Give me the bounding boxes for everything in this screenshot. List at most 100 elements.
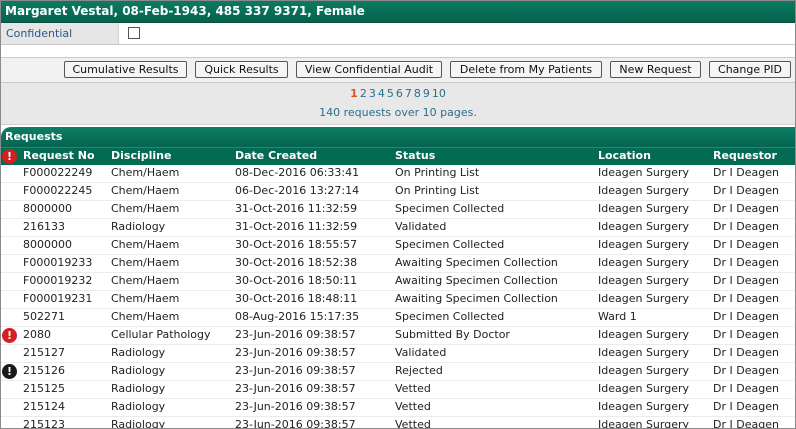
cell-requestor: Dr I Deagen — [713, 292, 779, 305]
cell-requestor: Dr I Deagen — [713, 274, 779, 287]
change-pid-button[interactable]: Change PID — [709, 61, 791, 78]
page-link-2[interactable]: 2 — [360, 87, 367, 100]
table-header: ! Request No Discipline Date Created Sta… — [1, 147, 795, 165]
cell-location: Ideagen Surgery — [598, 238, 690, 251]
cell-request-no[interactable]: 215125 — [23, 382, 65, 395]
cell-request-no[interactable]: 8000000 — [23, 202, 72, 215]
quick-results-button[interactable]: Quick Results — [195, 61, 288, 78]
cumulative-results-button[interactable]: Cumulative Results — [64, 61, 187, 78]
cell-requestor: Dr I Deagen — [713, 202, 779, 215]
col-request-no[interactable]: Request No — [23, 149, 95, 162]
table-row[interactable]: 215127 Radiology 23-Jun-2016 09:38:57 Valid… — [1, 345, 795, 363]
cell-discipline: Chem/Haem — [111, 256, 180, 269]
page-link-7[interactable]: 7 — [405, 87, 412, 100]
cell-request-no[interactable]: F000019232 — [23, 274, 92, 287]
cell-request-no[interactable]: F000022245 — [23, 184, 92, 197]
cell-request-no[interactable]: F000019231 — [23, 292, 92, 305]
table-row[interactable]: 8000000 Chem/Haem 31-Oct-2016 11:32:59 Spec… — [1, 201, 795, 219]
cell-requestor: Dr I Deagen — [713, 184, 779, 197]
page-link-8[interactable]: 8 — [414, 87, 421, 100]
cell-status: Vetted — [395, 418, 431, 429]
cell-request-no[interactable]: 215127 — [23, 346, 65, 359]
cell-location: Ideagen Surgery — [598, 256, 690, 269]
cell-status: Validated — [395, 220, 447, 233]
cell-discipline: Chem/Haem — [111, 292, 180, 305]
cell-request-no[interactable]: 216133 — [23, 220, 65, 233]
col-requestor[interactable]: Requestor — [713, 149, 777, 162]
cell-status: Validated — [395, 346, 447, 359]
page-link-10[interactable]: 10 — [432, 87, 446, 100]
cell-status: Awaiting Specimen Collection — [395, 292, 558, 305]
table-row[interactable]: F000019231 Chem/Haem 30-Oct-2016 18:48:11 A… — [1, 291, 795, 309]
cell-status: On Printing List — [395, 184, 480, 197]
cell-request-no[interactable]: 8000000 — [23, 238, 72, 251]
col-location[interactable]: Location — [598, 149, 651, 162]
cell-discipline: Chem/Haem — [111, 166, 180, 179]
requests-header: Requests — [1, 127, 795, 147]
page-link-1[interactable]: 1 — [350, 87, 358, 100]
cell-date-created: 23-Jun-2016 09:38:57 — [235, 382, 356, 395]
table-row[interactable]: F000022245 Chem/Haem 06-Dec-2016 13:27:14 O… — [1, 183, 795, 201]
cell-date-created: 08-Aug-2016 15:17:35 — [235, 310, 360, 323]
cell-date-created: 06-Dec-2016 13:27:14 — [235, 184, 360, 197]
cell-request-no[interactable]: 2080 — [23, 328, 51, 341]
alert-red-icon: ! — [2, 149, 17, 164]
page-link-4[interactable]: 4 — [378, 87, 385, 100]
cell-status: Vetted — [395, 400, 431, 413]
cell-requestor: Dr I Deagen — [713, 238, 779, 251]
cell-requestor: Dr I Deagen — [713, 310, 779, 323]
cell-status: Awaiting Specimen Collection — [395, 256, 558, 269]
page-links: 1 2 3 4 5 6 7 8 9 10 — [1, 87, 795, 100]
table-row[interactable]: 215125 Radiology 23-Jun-2016 09:38:57 Vette… — [1, 381, 795, 399]
table-row[interactable]: 215124 Radiology 23-Jun-2016 09:38:57 Vette… — [1, 399, 795, 417]
cell-date-created: 23-Jun-2016 09:38:57 — [235, 346, 356, 359]
table-row[interactable]: F000019232 Chem/Haem 30-Oct-2016 18:50:11 A… — [1, 273, 795, 291]
page-link-5[interactable]: 5 — [387, 87, 394, 100]
cell-request-no[interactable]: 215123 — [23, 418, 65, 428]
cell-requestor: Dr I Deagen — [713, 382, 779, 395]
requests-table-body: F000022249 Chem/Haem 08-Dec-2016 06:33:41 O… — [1, 165, 795, 429]
cell-discipline: Radiology — [111, 382, 166, 395]
table-row[interactable]: 8000000 Chem/Haem 30-Oct-2016 18:55:57 Spec… — [1, 237, 795, 255]
delete-from-my-patients-button[interactable]: Delete from My Patients — [450, 61, 602, 78]
cell-status: Specimen Collected — [395, 310, 505, 323]
cell-discipline: Chem/Haem — [111, 184, 180, 197]
new-request-button[interactable]: New Request — [610, 61, 701, 78]
cell-request-no[interactable]: 502271 — [23, 310, 65, 323]
table-row[interactable]: 215123 Radiology 23-Jun-2016 09:38:57 Vette… — [1, 417, 795, 429]
table-row[interactable]: ! 2080 Cellular Pathology 23-Jun-2016 09:38… — [1, 327, 795, 345]
table-row[interactable]: ! 215126 Radiology 23-Jun-2016 09:38:57 Reje… — [1, 363, 795, 381]
col-discipline[interactable]: Discipline — [111, 149, 171, 162]
confidential-checkbox[interactable] — [128, 27, 140, 39]
table-row[interactable]: F000019233 Chem/Haem 30-Oct-2016 18:52:38 A… — [1, 255, 795, 273]
table-row[interactable]: F000022249 Chem/Haem 08-Dec-2016 06:33:41 O… — [1, 165, 795, 183]
table-row[interactable]: 502271 Chem/Haem 08-Aug-2016 15:17:35 Speci… — [1, 309, 795, 327]
cell-requestor: Dr I Deagen — [713, 256, 779, 269]
table-row[interactable]: 216133 Radiology 31-Oct-2016 11:32:59 Valid… — [1, 219, 795, 237]
cell-discipline: Radiology — [111, 400, 166, 413]
spacer — [1, 45, 795, 57]
cell-request-no[interactable]: 215124 — [23, 400, 65, 413]
confidential-label: Confidential — [1, 23, 119, 44]
col-status[interactable]: Status — [395, 149, 435, 162]
cell-request-no[interactable]: F000019233 — [23, 256, 92, 269]
cell-request-no[interactable]: F000022249 — [23, 166, 92, 179]
cell-location: Ideagen Surgery — [598, 328, 690, 341]
alert-black-icon: ! — [2, 364, 17, 379]
cell-location: Ideagen Surgery — [598, 400, 690, 413]
requests-summary: 140 requests over 10 pages. — [319, 106, 477, 119]
cell-requestor: Dr I Deagen — [713, 364, 779, 377]
cell-location: Ideagen Surgery — [598, 166, 690, 179]
cell-request-no[interactable]: 215126 — [23, 364, 65, 377]
page-link-6[interactable]: 6 — [396, 87, 403, 100]
cell-location: Ideagen Surgery — [598, 418, 690, 429]
view-confidential-audit-button[interactable]: View Confidential Audit — [296, 61, 442, 78]
patient-banner: Margaret Vestal, 08-Feb-1943, 485 337 93… — [1, 1, 795, 23]
cell-discipline: Radiology — [111, 418, 166, 429]
page-link-3[interactable]: 3 — [369, 87, 376, 100]
col-date-created[interactable]: Date Created — [235, 149, 317, 162]
page-link-9[interactable]: 9 — [423, 87, 430, 100]
cell-date-created: 30-Oct-2016 18:52:38 — [235, 256, 358, 269]
cell-location: Ideagen Surgery — [598, 346, 690, 359]
cell-discipline: Chem/Haem — [111, 274, 180, 287]
